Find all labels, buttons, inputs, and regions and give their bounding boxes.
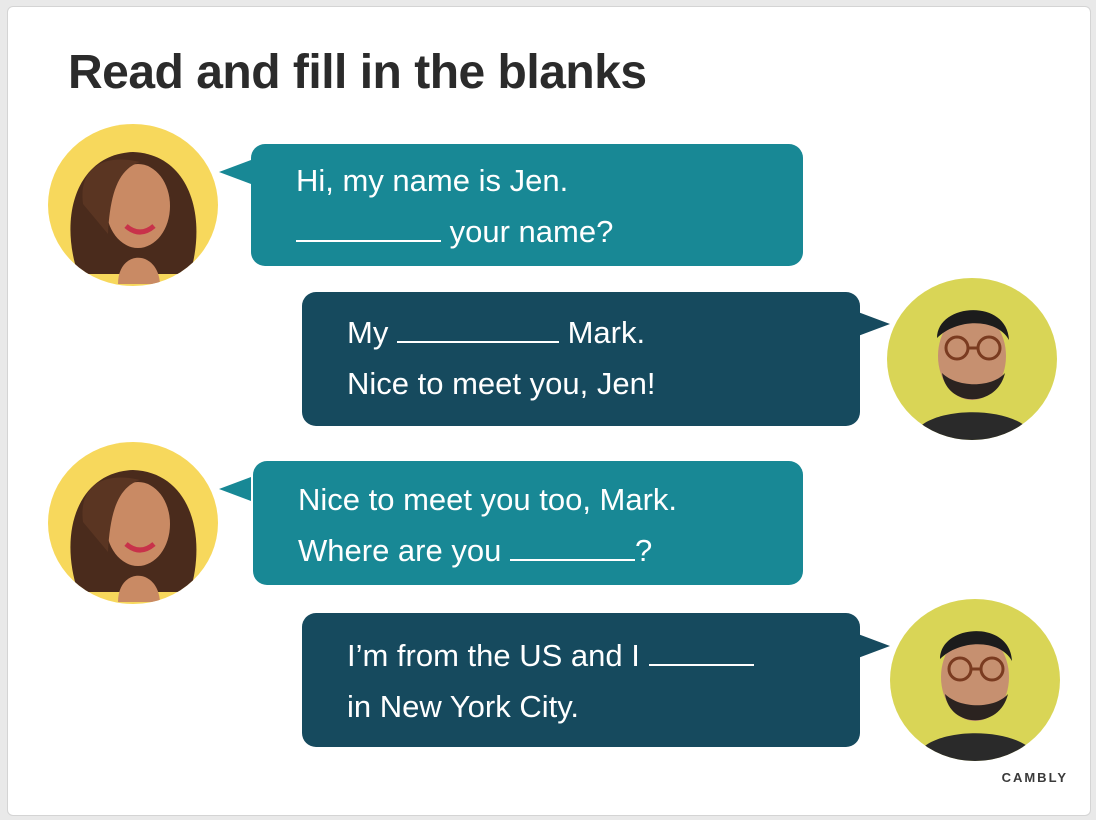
man-avatar-icon: [890, 599, 1060, 761]
dialogue-bubble-mark: I’m from the US and I in New York City.: [302, 613, 860, 747]
answer-blank[interactable]: [296, 214, 441, 242]
dialogue-line: I’m from the US and I: [347, 638, 640, 673]
dialogue-line: Nice to meet you too, Mark.: [298, 482, 678, 517]
dialogue-bubble-jen: Hi, my name is Jen. your name?: [251, 144, 803, 266]
dialogue-line: your name?: [449, 214, 614, 249]
woman-avatar-icon: [48, 124, 218, 286]
dialogue-line: My: [347, 315, 389, 350]
dialogue-line: ?: [634, 533, 653, 568]
man-avatar-icon: [887, 278, 1057, 440]
bubble-tail: [858, 312, 890, 336]
dialogue-bubble-mark: My Mark. Nice to meet you, Jen!: [302, 292, 860, 426]
dialogue-line: in New York City.: [347, 689, 580, 724]
dialogue-line: Where are you: [298, 533, 502, 568]
bubble-tail: [858, 634, 890, 658]
bubble-tail: [219, 477, 251, 501]
dialogue-bubble-jen: Nice to meet you too, Mark. Where are yo…: [253, 461, 803, 585]
answer-blank[interactable]: [396, 315, 559, 343]
bubble-tail: [219, 160, 251, 184]
page-title: Read and fill in the blanks: [68, 46, 647, 99]
woman-avatar-icon: [48, 442, 218, 604]
dialogue-line: Nice to meet you, Jen!: [347, 366, 656, 401]
dialogue-line: Hi, my name is Jen.: [296, 163, 569, 198]
dialogue-line: Mark.: [567, 315, 646, 350]
brand-logo: CAMBLY: [1001, 770, 1068, 785]
worksheet-card: Read and fill in the blanks Hi, my name …: [7, 6, 1091, 816]
answer-blank[interactable]: [648, 638, 754, 666]
answer-blank[interactable]: [509, 533, 635, 561]
